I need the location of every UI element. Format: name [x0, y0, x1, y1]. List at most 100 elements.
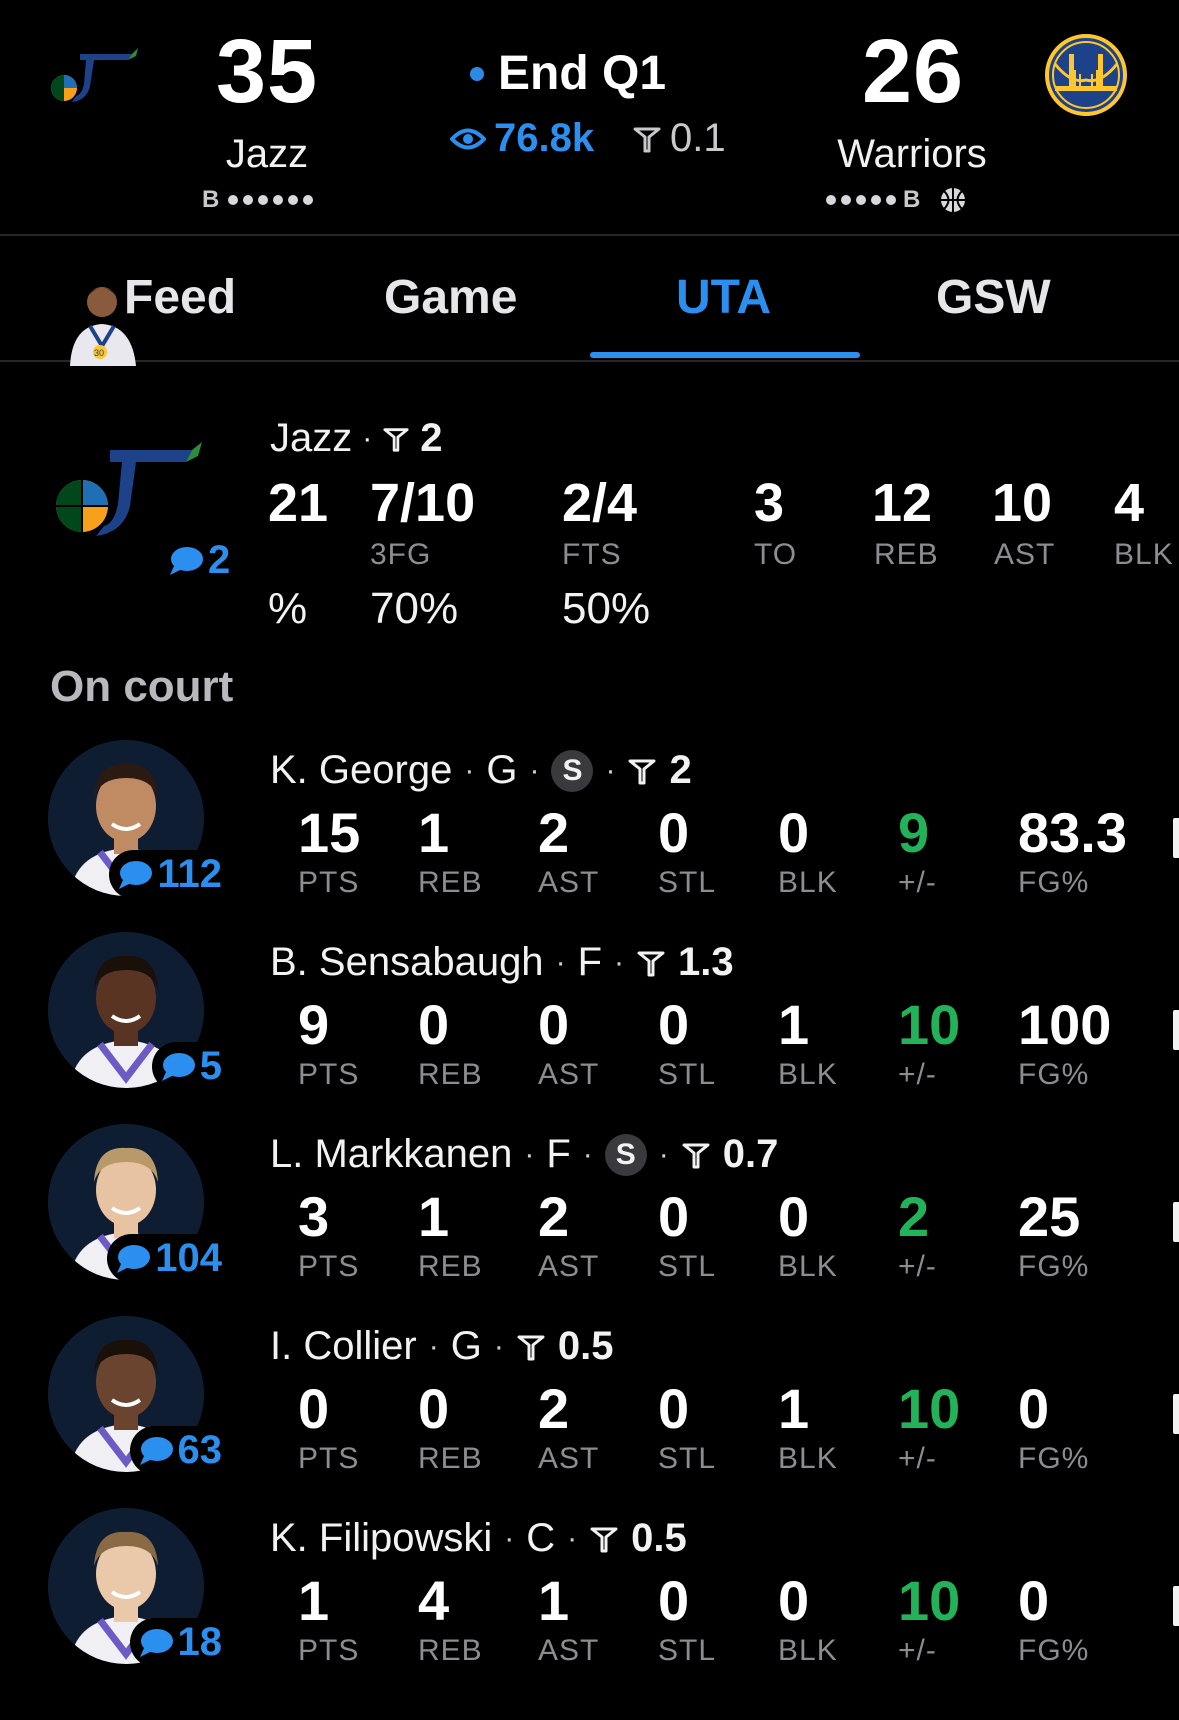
player-stat-label-blk: BLK	[778, 866, 838, 899]
player-stat-label-reb: REB	[418, 866, 483, 899]
player-stat-label-fg: FG%	[1018, 1058, 1090, 1091]
player-stat-stl: 0	[658, 1377, 690, 1440]
player-comments-badge[interactable]: 5	[151, 1042, 232, 1091]
next-stat-column-edge	[1173, 1202, 1179, 1242]
trend-icon	[682, 1143, 710, 1168]
scoreboard-header: 35 Jazz B End Q1 76.8k 0.1 26 Warriors B	[0, 0, 1179, 236]
player-stat-ast: 2	[538, 1377, 570, 1440]
player-stat-label-pts: PTS	[298, 1250, 360, 1283]
next-stat-column-edge	[1173, 1586, 1179, 1626]
player-stat-pts: 1	[298, 1569, 330, 1632]
player-stat-ast: 2	[538, 801, 570, 864]
separator-dot: ·	[464, 753, 475, 787]
player-position: F	[546, 1132, 571, 1176]
player-stat-label-ast: AST	[538, 1250, 600, 1283]
player-name[interactable]: I. Collier	[270, 1324, 417, 1369]
team-stat-label: AST	[994, 538, 1056, 571]
player-comments-badge[interactable]: 63	[129, 1426, 232, 1475]
player-stat-label-reb: REB	[418, 1058, 483, 1091]
timeouts-dots	[228, 195, 314, 205]
team-comments-badge[interactable]: 2	[168, 538, 230, 583]
player-row[interactable]: 18 K. Filipowski · C · 0.5 1 PTS 4 REB 1 AST 0…	[0, 1508, 1179, 1700]
trend-icon	[517, 1335, 545, 1360]
player-position: C	[526, 1516, 556, 1560]
player-stat-label-pts: PTS	[298, 1058, 360, 1091]
team-comments-count: 2	[208, 538, 231, 582]
player-name[interactable]: B. Sensabaugh	[270, 940, 544, 985]
player-stat-label-stl: STL	[658, 1442, 717, 1475]
player-stat-blk: 1	[778, 1377, 810, 1440]
warriors-logo-icon	[1045, 34, 1127, 116]
player-stat-blk: 0	[778, 801, 810, 864]
tab-gsw[interactable]: GSW	[936, 270, 1051, 325]
player-comments-count: 5	[199, 1044, 222, 1088]
player-row[interactable]: 63 I. Collier · G · 0.5 0 PTS 0 REB 2 AST 0 STL…	[0, 1316, 1179, 1508]
player-position: G	[486, 748, 518, 792]
player-name[interactable]: L. Markkanen	[270, 1132, 512, 1177]
separator-dot: ·	[504, 1521, 515, 1555]
player-stat-blk: 1	[778, 993, 810, 1056]
team-stat-label: TO	[754, 538, 798, 571]
trend-icon	[590, 1527, 618, 1552]
player-stat-label-blk: BLK	[778, 1250, 838, 1283]
home-bonus-indicator: B	[202, 186, 314, 214]
separator-dot: ·	[658, 1137, 669, 1171]
player-name-line: K. George · G · S · 2	[270, 748, 692, 793]
player-name[interactable]: K. Filipowski	[270, 1516, 492, 1561]
separator-dot: ·	[524, 1137, 535, 1171]
player-name[interactable]: K. George	[270, 748, 452, 793]
player-position: F	[577, 940, 602, 984]
player-comments-badge[interactable]: 104	[107, 1234, 232, 1283]
player-stat-fg: 0	[1018, 1569, 1050, 1632]
trend-icon	[637, 951, 665, 976]
player-stat-fg: 83.3	[1018, 801, 1127, 864]
player-stat-label-stl: STL	[658, 866, 717, 899]
player-stat-pm: 9	[898, 801, 930, 864]
player-stat-fg: 100	[1018, 993, 1112, 1056]
player-comments-count: 63	[177, 1428, 223, 1472]
player-comments-count: 18	[177, 1620, 223, 1664]
separator-dot: ·	[362, 421, 373, 455]
active-tab-indicator	[590, 352, 860, 358]
player-stat-ast: 0	[538, 993, 570, 1056]
player-trend-value: 0.5	[557, 1324, 614, 1368]
tab-bar: 30 Feed Game UTA GSW	[0, 238, 1179, 366]
team-stat-label: REB	[874, 538, 939, 571]
player-trend-value: 0.7	[722, 1132, 779, 1176]
player-stat-pts: 9	[298, 993, 330, 1056]
player-row[interactable]: 5 B. Sensabaugh · F · 1.3 9 PTS 0 REB 0 AST 0 S…	[0, 932, 1179, 1124]
player-comments-badge[interactable]: 112	[109, 850, 232, 899]
player-name-line: I. Collier · G · 0.5	[270, 1324, 613, 1369]
team-summary[interactable]: 2 Jazz · 2 21 % 7/10 3FG 70% 2/4 FTS 50%…	[0, 400, 1179, 640]
player-row[interactable]: 112 K. George · G · S · 2 15 PTS 1 REB 2 AST 0…	[0, 740, 1179, 932]
player-stat-ast: 2	[538, 1185, 570, 1248]
comment-bubble-icon	[119, 860, 153, 889]
player-stat-stl: 0	[658, 1185, 690, 1248]
tab-uta[interactable]: UTA	[676, 270, 771, 325]
viewer-count[interactable]: 76.8k	[450, 116, 594, 161]
team-stat-pct: 50%	[562, 584, 651, 633]
team-stat-label: BLK	[1114, 538, 1174, 571]
player-comments-badge[interactable]: 18	[129, 1618, 232, 1667]
player-stat-label-reb: REB	[418, 1634, 483, 1667]
comment-bubble-icon	[139, 1436, 173, 1465]
player-trend-value: 0.5	[631, 1516, 687, 1560]
away-team-name: Warriors	[837, 132, 987, 176]
player-comments-count: 104	[155, 1236, 222, 1280]
team-summary-name: Jazz	[270, 416, 353, 460]
player-row[interactable]: 104 L. Markkanen · F · S · 0.7 3 PTS 1 REB 2…	[0, 1124, 1179, 1316]
team-stat-value: 12	[872, 473, 933, 533]
jazz-logo-icon	[56, 442, 202, 536]
comment-bubble-icon	[161, 1052, 195, 1081]
team-stat-value: 21	[268, 473, 329, 533]
player-stat-label-fg: FG%	[1018, 1250, 1090, 1283]
bonus-label: B	[903, 186, 923, 213]
game-period: End Q1	[470, 46, 666, 101]
jazz-logo-icon	[51, 48, 138, 102]
player-stat-pm: 10	[898, 1377, 961, 1440]
tab-game[interactable]: Game	[384, 270, 517, 325]
tab-feed[interactable]: Feed	[124, 270, 236, 325]
player-stat-label-reb: REB	[418, 1442, 483, 1475]
trend-icon	[633, 127, 661, 152]
player-stat-reb: 1	[418, 801, 450, 864]
